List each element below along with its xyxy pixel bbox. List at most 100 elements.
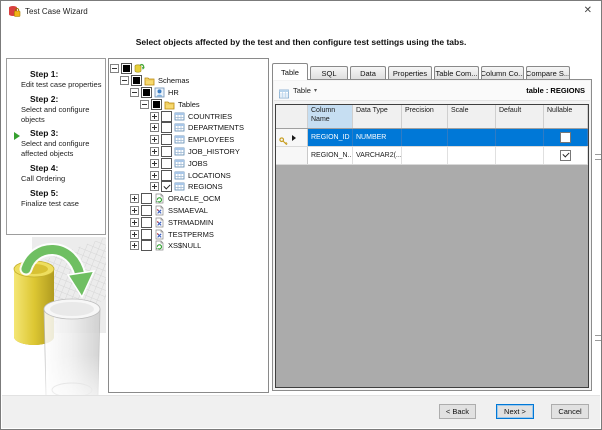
grid-cell[interactable]: [448, 147, 496, 164]
grid-header-default[interactable]: Default: [496, 105, 544, 128]
tree-item-hr[interactable]: HR: [109, 86, 268, 99]
folder-icon: [164, 99, 175, 110]
tab-table-com[interactable]: Table Com...: [434, 66, 479, 80]
tab-compare-s[interactable]: Compare S...: [526, 66, 570, 80]
tree-checkbox[interactable]: [161, 169, 172, 181]
tree-item-xs-null[interactable]: XS$NULL: [109, 240, 268, 252]
nullable-cell[interactable]: [544, 129, 588, 146]
expand-icon[interactable]: [130, 217, 139, 227]
expand-icon[interactable]: [150, 182, 159, 192]
next-button[interactable]: Next >: [496, 404, 534, 419]
tree-checkbox[interactable]: [161, 134, 172, 146]
tree-checkbox[interactable]: [161, 145, 172, 157]
schema-refresh-icon: [154, 240, 165, 251]
test-case-wizard-dialog: Test Case Wizard ✕ Select objects affect…: [0, 0, 602, 430]
tab-sql[interactable]: SQL: [310, 66, 348, 80]
grid-cell[interactable]: REGION_ID: [308, 129, 353, 146]
tree-item-schemas[interactable]: Schemas: [109, 75, 268, 87]
nullable-checkbox[interactable]: [560, 150, 571, 161]
tree-item-countries[interactable]: COUNTRIES: [109, 110, 268, 122]
nullable-cell[interactable]: [544, 147, 588, 164]
tree-checkbox[interactable]: [161, 122, 172, 134]
tree-item-strmadmin[interactable]: STRMADMIN: [109, 216, 268, 228]
grid-cell[interactable]: VARCHAR2(...: [353, 147, 402, 164]
collapse-icon[interactable]: [140, 99, 149, 109]
tree-checkbox[interactable]: [141, 193, 152, 205]
grid-header-nullable[interactable]: Nullable: [544, 105, 588, 128]
expand-icon[interactable]: [150, 170, 159, 180]
tree-item-ssmaeval[interactable]: SSMAEVAL: [109, 204, 268, 217]
tree-checkbox[interactable]: [161, 110, 172, 122]
grid-cell[interactable]: [402, 129, 448, 146]
tree-checkbox[interactable]: [141, 240, 152, 252]
grid-cell[interactable]: [496, 147, 544, 164]
tree-item-testperms[interactable]: TESTPERMS: [109, 228, 268, 240]
tab-column-co[interactable]: Column Co...: [481, 66, 524, 80]
tree-item-oracle-ocm[interactable]: ORACLE_OCM: [109, 193, 268, 205]
tree-item-departments[interactable]: DEPARTMENTS: [109, 122, 268, 134]
grid-row[interactable]: REGION_ID NUMBER: [276, 129, 588, 147]
grid-cell[interactable]: [402, 147, 448, 164]
table-icon: [174, 134, 185, 145]
table-icon: [174, 181, 185, 192]
tab-table[interactable]: Table: [272, 63, 308, 80]
grid-cell[interactable]: [448, 129, 496, 146]
grid-cell[interactable]: [496, 129, 544, 146]
grid-header-precision[interactable]: Precision: [402, 105, 448, 128]
cancel-button[interactable]: Cancel: [551, 404, 589, 419]
collapse-icon[interactable]: [110, 64, 119, 74]
row-header-cell[interactable]: [276, 129, 308, 146]
step-desc: Select and configure objects: [21, 104, 90, 124]
splitter-grip[interactable]: [595, 154, 601, 160]
row-header-cell[interactable]: [276, 147, 308, 164]
tree-item-jobs[interactable]: JOBS: [109, 157, 268, 169]
expand-icon[interactable]: [130, 241, 139, 251]
tree-item-job-history[interactable]: JOB_HISTORY: [109, 145, 268, 158]
expand-icon[interactable]: [130, 205, 139, 215]
tree-item-locations[interactable]: LOCATIONS: [109, 169, 268, 181]
expand-icon[interactable]: [150, 146, 159, 156]
tree-item-label: EMPLOYEES: [188, 135, 235, 145]
grid-cell[interactable]: NUMBER: [353, 129, 402, 146]
tree-checkbox[interactable]: [161, 157, 172, 169]
grid-cell[interactable]: REGION_N...: [308, 147, 353, 164]
collapse-icon[interactable]: [130, 87, 139, 97]
tree-checkbox[interactable]: [141, 204, 152, 216]
chevron-down-icon[interactable]: ▾: [314, 87, 317, 94]
tree-checkbox[interactable]: [141, 228, 152, 240]
expand-icon[interactable]: [150, 123, 159, 133]
grid-header-scale[interactable]: Scale: [448, 105, 496, 128]
tree-checkbox[interactable]: [141, 86, 152, 98]
tab-data[interactable]: Data: [350, 66, 386, 80]
tree-item-tables[interactable]: Tables: [109, 98, 268, 110]
tree-checkbox[interactable]: [141, 216, 152, 228]
tree-item-label: ORACLE_OCM: [168, 194, 221, 204]
expand-icon[interactable]: [130, 194, 139, 204]
grid-header-data-type[interactable]: Data Type: [353, 105, 402, 128]
grid-header-column-name[interactable]: Column Name: [308, 105, 353, 128]
tree-checkbox[interactable]: [161, 181, 172, 193]
tree-checkbox[interactable]: [131, 75, 142, 87]
nullable-checkbox[interactable]: [560, 132, 571, 143]
tree-item-label: XS$NULL: [168, 241, 202, 251]
table-menu-button[interactable]: Table: [293, 86, 311, 95]
tree-item-label: SSMAEVAL: [168, 205, 208, 215]
table-context-label: table : REGIONS: [526, 86, 585, 95]
close-icon[interactable]: ✕: [584, 6, 592, 16]
collapse-icon[interactable]: [120, 76, 129, 86]
tab-properties[interactable]: Properties: [388, 66, 432, 80]
expand-icon[interactable]: [130, 229, 139, 239]
tree-checkbox[interactable]: [121, 63, 132, 75]
tree-item-employees[interactable]: EMPLOYEES: [109, 134, 268, 146]
expand-icon[interactable]: [150, 135, 159, 145]
back-button[interactable]: < Back: [439, 404, 476, 419]
expand-icon[interactable]: [150, 158, 159, 168]
splitter-grip[interactable]: [595, 335, 601, 341]
wizard-graphic: [6, 237, 106, 420]
grid-row[interactable]: REGION_N... VARCHAR2(...: [276, 147, 588, 165]
step-title: Step 5:: [30, 187, 59, 198]
tree-checkbox[interactable]: [151, 98, 162, 110]
tree-item-blank[interactable]: [109, 63, 268, 75]
expand-icon[interactable]: [150, 111, 159, 121]
tree-item-regions[interactable]: REGIONS: [109, 181, 268, 193]
